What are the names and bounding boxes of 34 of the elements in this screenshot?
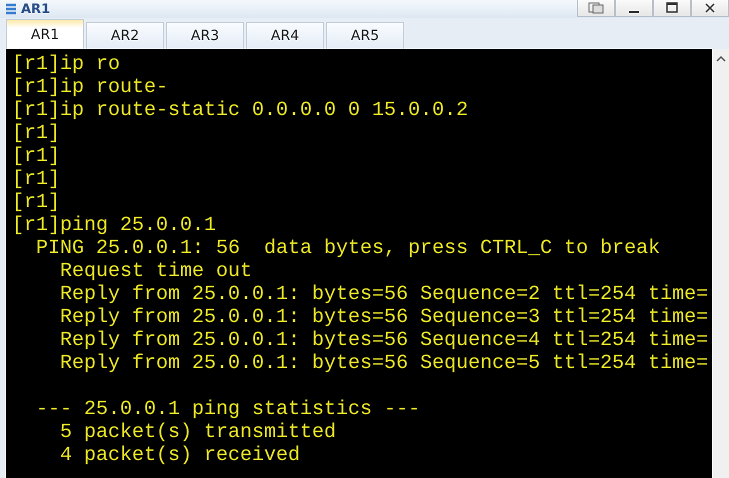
terminal-line: [r1] <box>12 191 60 214</box>
scroll-up-icon[interactable] <box>716 55 726 63</box>
terminal-line: --- 25.0.0.1 ping statistics --- <box>35 398 420 421</box>
tab[interactable]: AR5 <box>326 22 404 49</box>
terminal-line: [r1] <box>12 122 60 145</box>
scrollbar[interactable] <box>712 49 729 478</box>
terminal-line: [r1]ip ro <box>12 53 120 76</box>
minimize-button[interactable] <box>615 0 653 17</box>
tab[interactable]: AR4 <box>246 22 324 49</box>
terminal-line: [r1]ip route- <box>12 76 168 99</box>
terminal-line: Reply from 25.0.0.1: bytes=56 Sequence=4 ttl=254 time= <box>59 329 708 352</box>
maximize-icon <box>666 2 678 14</box>
terminal-line: Request time out <box>59 260 252 283</box>
terminal-line: [r1]ping 25.0.0.1 <box>12 214 216 237</box>
close-button[interactable] <box>691 0 729 17</box>
minimize-icon <box>629 11 639 13</box>
close-icon <box>704 2 716 14</box>
terminal-line: 4 packet(s) received <box>59 444 300 467</box>
terminal-line: Reply from 25.0.0.1: bytes=56 Sequence=3 ttl=254 time= <box>59 306 708 329</box>
maximize-button[interactable] <box>653 0 691 17</box>
terminal-line: [r1] <box>12 168 60 191</box>
app-icon <box>4 2 18 16</box>
terminal-line: Reply from 25.0.0.1: bytes=56 Sequence=2 ttl=254 time= <box>59 283 708 306</box>
tab[interactable]: AR1 <box>6 19 84 49</box>
tab[interactable]: AR2 <box>86 22 164 49</box>
terminal-line: [r1]ip route-static 0.0.0.0 0 15.0.0.2 <box>12 99 468 122</box>
terminal-line: 5 packet(s) transmitted <box>59 421 336 444</box>
tab[interactable]: AR3 <box>166 22 244 49</box>
terminal-line: Reply from 25.0.0.1: bytes=56 Sequence=5 ttl=254 time= <box>59 352 708 375</box>
terminal-line: PING 25.0.0.1: 56 data bytes, press CTRL_C to break <box>35 237 660 260</box>
window-title: AR1 <box>21 2 50 16</box>
terminal-line: [r1] <box>12 145 60 168</box>
overlapping-windows-icon <box>588 2 604 14</box>
restore-button[interactable] <box>577 0 615 17</box>
